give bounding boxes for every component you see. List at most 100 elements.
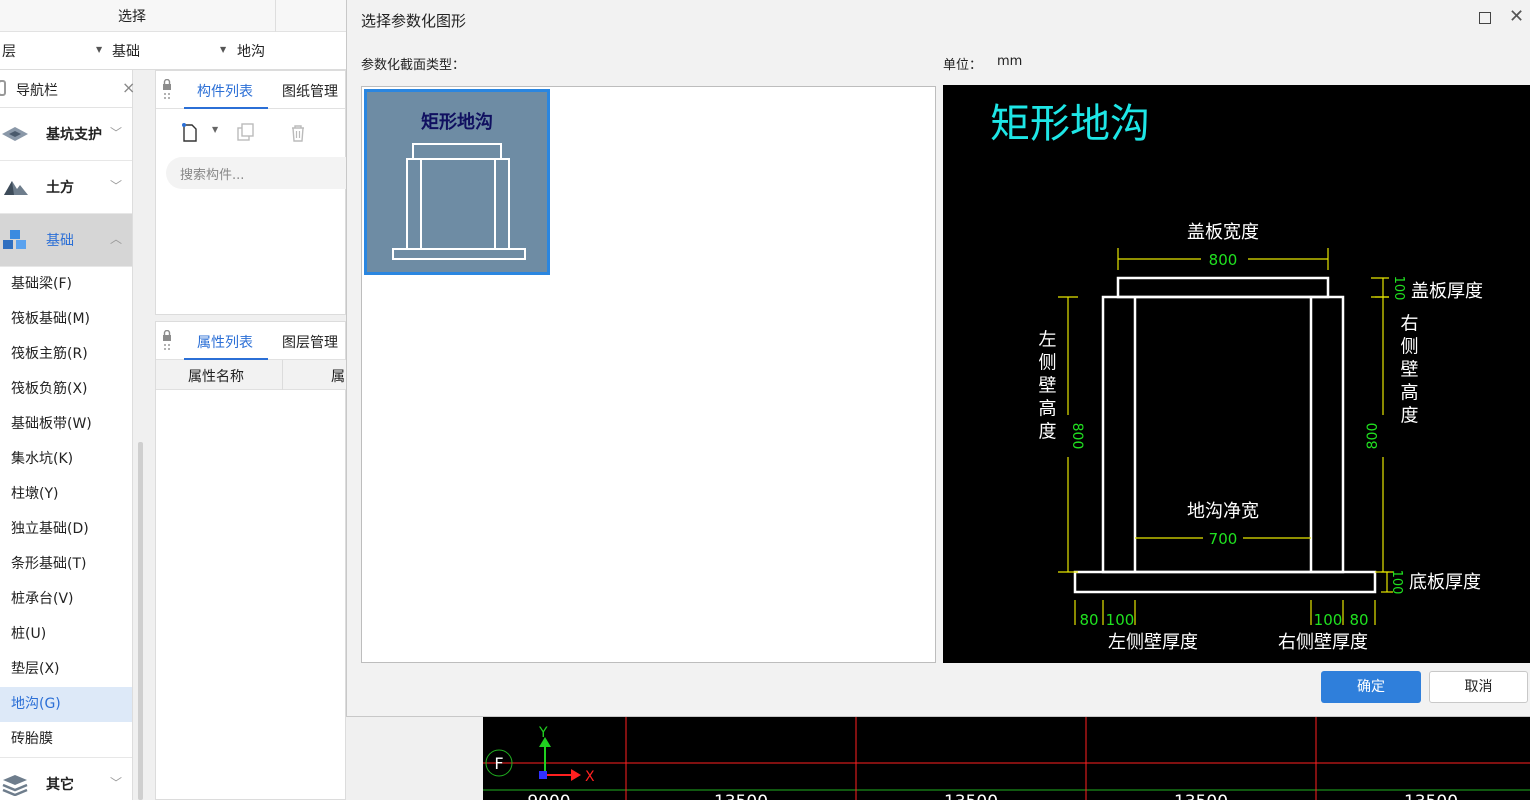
nav-group-foundation-pit[interactable]: 基坑支护 ﹀ bbox=[0, 108, 132, 161]
search-placeholder: 搜索构件... bbox=[180, 168, 245, 183]
left-dim-a: 80 bbox=[1079, 611, 1098, 629]
floor-select-value: 层 bbox=[2, 44, 16, 60]
right-dim-b: 80 bbox=[1349, 611, 1368, 629]
category-select[interactable]: 基础 ▼ bbox=[112, 41, 226, 61]
left-wall-height-value: 800 bbox=[1069, 423, 1085, 450]
section-type-option-rectangular-trench[interactable]: 矩形地沟 bbox=[364, 89, 550, 275]
section-type-list: 矩形地沟 bbox=[361, 86, 936, 663]
preview-title: 矩形地沟 bbox=[990, 101, 1150, 147]
section-type-label: 参数化截面类型： bbox=[361, 58, 466, 73]
app-toolbar: 层 ▼ 基础 ▼ 地沟 bbox=[0, 32, 346, 70]
shape-preview-canvas: 矩形地沟 盖板宽度 800 100 盖板厚度 800 左侧壁高度 800 右侧壁… bbox=[943, 85, 1530, 663]
type-select[interactable]: 地沟 bbox=[237, 41, 265, 61]
nav-group-earthwork[interactable]: 土方 ﹀ bbox=[0, 161, 132, 214]
chevron-up-icon: ︿ bbox=[110, 232, 123, 246]
trench-section-drawing: 矩形地沟 盖板宽度 800 100 盖板厚度 800 左侧壁高度 800 右侧壁… bbox=[990, 101, 1483, 653]
parametric-shape-dialog: 选择参数化图形 ✕ 参数化截面类型： 单位： mm 矩形地沟 矩形地沟 盖板宽度… bbox=[346, 0, 1530, 717]
earthwork-icon bbox=[4, 181, 28, 195]
left-wall-height-label: 左侧壁高度 bbox=[1036, 329, 1057, 444]
nav-item[interactable]: 柱墩(Y) bbox=[0, 477, 132, 512]
close-icon[interactable]: ✕ bbox=[1509, 6, 1524, 27]
nav-group-label: 其它 bbox=[46, 777, 74, 793]
column-header-name: 属性名称 bbox=[188, 369, 244, 385]
property-table-header: 属性名称 属 bbox=[156, 360, 347, 390]
column-header-value: 属 bbox=[331, 369, 345, 385]
nav-item[interactable]: 砖胎膜 bbox=[0, 722, 132, 757]
right-wall-height-label: 右侧壁高度 bbox=[1398, 313, 1419, 428]
new-component-icon[interactable] bbox=[176, 119, 204, 147]
nav-item[interactable]: 桩(U) bbox=[0, 617, 132, 652]
cover-width-value: 800 bbox=[1209, 251, 1238, 269]
tab-property-list[interactable]: 属性列表 bbox=[197, 332, 253, 352]
unit-value: mm bbox=[997, 54, 1023, 69]
ok-button[interactable]: 确定 bbox=[1321, 671, 1421, 703]
tab-drawing-management[interactable]: 图纸管理 bbox=[282, 81, 338, 101]
dimension-text: 9000 bbox=[527, 792, 570, 800]
left-dim-b: 100 bbox=[1106, 611, 1135, 629]
foundation-pit-icon bbox=[2, 127, 28, 141]
chevron-down-icon: ﹀ bbox=[110, 179, 123, 193]
lock-icon[interactable] bbox=[162, 330, 172, 352]
pin-icon[interactable] bbox=[0, 80, 6, 96]
column-separator[interactable] bbox=[282, 360, 283, 390]
copy-icon[interactable] bbox=[232, 119, 260, 147]
nav-item[interactable]: 基础板带(W) bbox=[0, 407, 132, 442]
nav-item[interactable]: 集水坑(K) bbox=[0, 442, 132, 477]
left-wall-thickness-label: 左侧壁厚度 bbox=[1108, 632, 1198, 653]
tab-component-list[interactable]: 构件列表 bbox=[197, 81, 253, 101]
right-wall-height-value: 800 bbox=[1365, 423, 1381, 450]
cover-thickness-label: 盖板厚度 bbox=[1411, 281, 1483, 302]
nav-item[interactable]: 桩承台(V) bbox=[0, 582, 132, 617]
unit-label: 单位： bbox=[943, 58, 983, 73]
cad-canvas[interactable]: F Y X 9000 13500 13500 13500 13500 bbox=[483, 717, 1530, 800]
chevron-down-icon: ﹀ bbox=[110, 126, 123, 140]
chevron-down-icon[interactable]: ▼ bbox=[212, 125, 218, 134]
nav-item[interactable]: 垫层(X) bbox=[0, 652, 132, 687]
nav-header: 导航栏 × bbox=[0, 70, 135, 108]
app-title-bar: 选择 bbox=[0, 0, 346, 32]
chevron-down-icon: ▼ bbox=[96, 45, 103, 54]
property-tabs: 属性列表 图层管理 bbox=[156, 322, 345, 360]
origin-marker bbox=[539, 771, 547, 779]
active-tab-indicator bbox=[184, 107, 268, 109]
cover-width-label: 盖板宽度 bbox=[1187, 222, 1259, 243]
nav-item[interactable]: 基础梁(F) bbox=[0, 267, 132, 302]
nav-group-other[interactable]: 其它 ﹀ bbox=[0, 757, 132, 800]
foundation-icon bbox=[3, 230, 26, 249]
nav-scrollbar[interactable] bbox=[138, 442, 143, 800]
app-title: 选择 bbox=[118, 9, 146, 25]
cover-thickness-value: 100 bbox=[1391, 276, 1406, 301]
x-arrow-icon bbox=[571, 769, 581, 781]
dimension-text: 13500 bbox=[1404, 792, 1458, 800]
bottom-thickness-label: 底板厚度 bbox=[1409, 572, 1481, 593]
property-list-panel: 属性列表 图层管理 属性名称 属 bbox=[155, 321, 347, 800]
close-icon[interactable]: × bbox=[122, 78, 135, 97]
nav-group-foundation[interactable]: 基础 ︿ bbox=[0, 214, 132, 267]
cancel-button[interactable]: 取消 bbox=[1429, 671, 1528, 703]
nav-item[interactable]: 独立基础(D) bbox=[0, 512, 132, 547]
nav-item[interactable]: 筏板负筋(X) bbox=[0, 372, 132, 407]
nav-item-active[interactable]: 地沟(G) bbox=[0, 687, 132, 722]
nav-header-label: 导航栏 bbox=[16, 83, 58, 99]
x-axis-label: X bbox=[585, 769, 595, 785]
dialog-title: 选择参数化图形 bbox=[361, 12, 467, 30]
dimension-text: 13500 bbox=[1174, 792, 1228, 800]
maximize-icon[interactable] bbox=[1479, 12, 1491, 24]
rectangular-trench-thumbnail-icon bbox=[392, 143, 526, 260]
dimension-text: 13500 bbox=[944, 792, 998, 800]
nav-item[interactable]: 条形基础(T) bbox=[0, 547, 132, 582]
delete-icon[interactable] bbox=[284, 119, 312, 147]
tab-layer-management[interactable]: 图层管理 bbox=[282, 332, 338, 352]
axis-label: F bbox=[494, 754, 503, 773]
component-list-panel: 构件列表 图纸管理 ▼ 搜索构件... bbox=[155, 70, 366, 315]
chevron-down-icon: ﹀ bbox=[110, 776, 123, 790]
dimension-text: 13500 bbox=[714, 792, 768, 800]
nav-item[interactable]: 筏板基础(M) bbox=[0, 302, 132, 337]
chevron-down-icon: ▼ bbox=[220, 45, 227, 54]
nav-group-label: 基础 bbox=[46, 233, 74, 249]
right-dim-a: 100 bbox=[1314, 611, 1343, 629]
floor-select[interactable]: 层 ▼ bbox=[2, 41, 102, 61]
nav-item[interactable]: 筏板主筋(R) bbox=[0, 337, 132, 372]
lock-icon[interactable] bbox=[162, 79, 172, 101]
component-search-input[interactable]: 搜索构件... bbox=[166, 157, 366, 189]
